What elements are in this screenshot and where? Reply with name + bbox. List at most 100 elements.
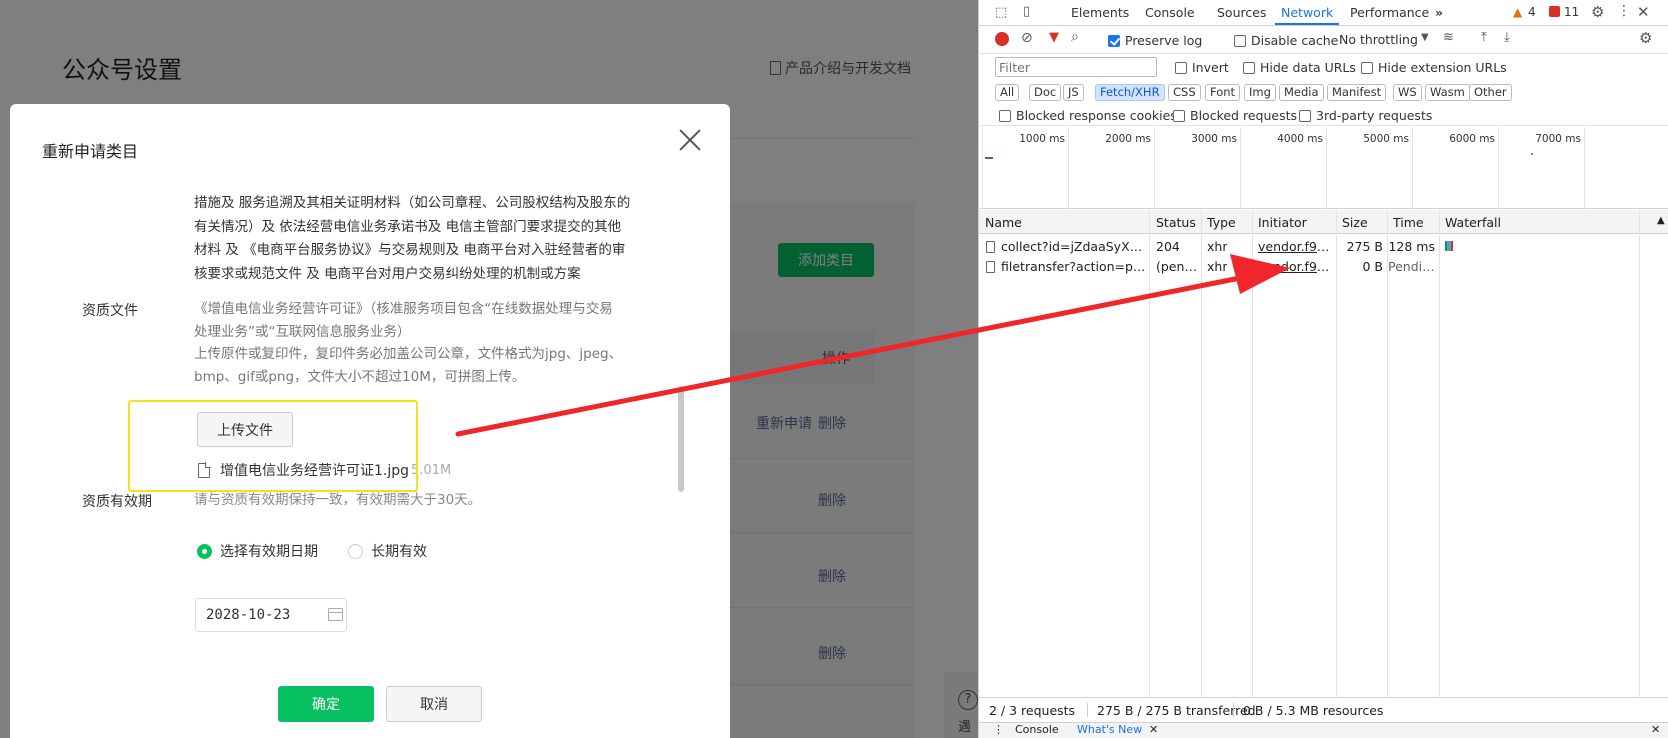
- type-filter-chip[interactable]: Img: [1244, 84, 1276, 101]
- requirements-line: 有关情况）及 依法经营电信业务承诺书及 电信主管部门要求提交的其他: [194, 218, 622, 235]
- qualification-file-label: 资质文件: [82, 303, 138, 319]
- warning-icon[interactable]: ▲: [1513, 5, 1522, 19]
- error-icon[interactable]: [1549, 6, 1560, 17]
- close-devtools-icon[interactable]: ✕: [1637, 3, 1650, 21]
- column-header-waterfall[interactable]: Waterfall: [1445, 215, 1501, 230]
- column-divider[interactable]: [1252, 210, 1253, 697]
- column-header-time[interactable]: Time: [1393, 215, 1424, 230]
- column-divider[interactable]: [1387, 210, 1388, 697]
- throttling-select[interactable]: No throttling: [1339, 32, 1418, 47]
- clear-icon[interactable]: ⊘: [1021, 30, 1033, 46]
- type-filter-chip[interactable]: Other: [1469, 84, 1512, 101]
- type-filter-chip[interactable]: JS: [1063, 84, 1084, 101]
- checkbox-box[interactable]: [999, 109, 1011, 122]
- radio-date[interactable]: [197, 543, 212, 559]
- request-name[interactable]: collect?id=jZdaaSyXaMW…: [1001, 239, 1146, 254]
- sort-ascending-icon[interactable]: ▲: [1657, 215, 1665, 226]
- filter-icon[interactable]: ▼: [1049, 30, 1059, 45]
- radio-permanent-label[interactable]: 长期有效: [371, 541, 427, 561]
- network-overview-timeline[interactable]: 1000 ms 2000 ms 3000 ms 4000 ms 5000 ms …: [979, 127, 1668, 209]
- scrollbar-thumb[interactable]: [678, 386, 684, 492]
- close-drawer-tab-icon[interactable]: ✕: [1149, 723, 1158, 736]
- column-divider[interactable]: [1639, 210, 1640, 697]
- checkbox-box[interactable]: [1299, 109, 1311, 122]
- type-filter-chip[interactable]: All: [995, 84, 1020, 101]
- more-options-icon[interactable]: ⋮: [1617, 3, 1631, 19]
- checkbox-box[interactable]: [1361, 61, 1373, 74]
- type-filter-chip[interactable]: WS: [1393, 84, 1422, 101]
- disable-cache-checkbox[interactable]: Disable cache: [1234, 33, 1338, 48]
- hide-data-urls-checkbox[interactable]: Hide data URLs: [1243, 60, 1356, 75]
- hint-line: 《增值电信业务经营许可证》（核准服务项目包含“在线数据处理与交易: [194, 301, 613, 317]
- network-settings-icon[interactable]: ⚙: [1639, 29, 1652, 47]
- column-header-initiator[interactable]: Initiator: [1258, 215, 1307, 230]
- tab-sources[interactable]: Sources: [1217, 5, 1266, 20]
- search-icon[interactable]: ⌕: [1071, 29, 1079, 45]
- type-filter-chip[interactable]: Media: [1279, 84, 1324, 101]
- drawer-menu-icon[interactable]: ⋮: [993, 723, 1004, 736]
- checkbox-box[interactable]: [1175, 61, 1187, 74]
- column-divider[interactable]: [1201, 210, 1202, 697]
- type-filter-chip[interactable]: Font: [1205, 84, 1241, 101]
- checkbox-box[interactable]: [1173, 109, 1185, 122]
- column-header-name[interactable]: Name: [985, 215, 1022, 230]
- request-name[interactable]: filetransfer?action=previe…: [1001, 259, 1146, 274]
- column-header-type[interactable]: Type: [1207, 215, 1236, 230]
- column-header-status[interactable]: Status: [1156, 215, 1196, 230]
- filter-input[interactable]: [995, 57, 1157, 77]
- tab-console[interactable]: Console: [1145, 5, 1195, 20]
- type-filter-chip[interactable]: Wasm: [1425, 84, 1470, 101]
- blocked-requests-checkbox[interactable]: Blocked requests: [1173, 108, 1297, 123]
- more-tabs-icon[interactable]: »: [1435, 5, 1443, 20]
- confirm-button[interactable]: 确定: [278, 686, 374, 722]
- type-filter-chip[interactable]: Manifest: [1327, 84, 1387, 101]
- import-har-icon[interactable]: ⤒: [1481, 30, 1487, 45]
- request-initiator[interactable]: vendor.f9e0…: [1258, 239, 1334, 254]
- close-drawer-icon[interactable]: ✕: [1651, 723, 1660, 736]
- column-divider[interactable]: [1439, 210, 1440, 697]
- chevron-down-icon[interactable]: ▼: [1421, 32, 1429, 43]
- blocked-cookies-label: Blocked response cookies: [1016, 108, 1177, 123]
- hint-line: 处理业务”或“互联网信息服务业务）: [194, 323, 411, 340]
- error-count[interactable]: 11: [1564, 5, 1579, 19]
- tab-network[interactable]: Network: [1281, 5, 1333, 20]
- export-har-icon[interactable]: ⤓: [1504, 30, 1510, 45]
- close-icon[interactable]: [678, 128, 702, 152]
- type-filter-chip[interactable]: Fetch/XHR: [1095, 84, 1165, 101]
- column-header-size[interactable]: Size: [1342, 215, 1368, 230]
- checkbox-box[interactable]: [1108, 34, 1120, 47]
- column-divider[interactable]: [1336, 210, 1337, 697]
- validity-date-input[interactable]: [195, 598, 347, 632]
- third-party-checkbox[interactable]: 3rd-party requests: [1299, 108, 1432, 123]
- drawer-tab-whats-new[interactable]: What's New: [1077, 723, 1142, 736]
- invert-checkbox[interactable]: Invert: [1175, 60, 1229, 75]
- blocked-cookies-checkbox[interactable]: Blocked response cookies: [999, 108, 1177, 123]
- preserve-log-checkbox[interactable]: Preserve log: [1108, 33, 1202, 48]
- timeline-tick-label: 1000 ms: [1019, 133, 1065, 145]
- checkbox-box[interactable]: [1234, 34, 1246, 47]
- table-row[interactable]: filetransfer?action=previe… (pend… xhr v…: [979, 256, 1668, 276]
- tab-performance[interactable]: Performance: [1350, 5, 1429, 20]
- radio-permanent[interactable]: [348, 543, 363, 559]
- drawer-tab-console[interactable]: Console: [1015, 723, 1059, 736]
- hide-extension-urls-checkbox[interactable]: Hide extension URLs: [1361, 60, 1507, 75]
- inspect-element-icon[interactable]: ⬚: [995, 5, 1007, 20]
- calendar-icon[interactable]: [328, 608, 343, 621]
- column-divider[interactable]: [1149, 210, 1150, 697]
- warning-count[interactable]: 4: [1528, 5, 1536, 19]
- table-row[interactable]: collect?id=jZdaaSyXaMW… 204 xhr vendor.f…: [979, 236, 1668, 256]
- network-conditions-icon[interactable]: ≋: [1443, 30, 1454, 45]
- type-filter-chip[interactable]: CSS: [1168, 84, 1201, 101]
- cancel-button[interactable]: 取消: [386, 686, 482, 722]
- blocked-filter-row: Blocked response cookies Blocked request…: [979, 104, 1668, 126]
- type-filter-chip[interactable]: Doc: [1029, 84, 1062, 101]
- record-icon[interactable]: [995, 32, 1009, 46]
- request-initiator[interactable]: vendor.f9e0…: [1258, 259, 1334, 274]
- tab-elements[interactable]: Elements: [1071, 5, 1129, 20]
- waterfall-bar: [1451, 241, 1453, 251]
- device-toolbar-icon[interactable]: ▯: [1023, 4, 1030, 19]
- settings-gear-icon[interactable]: ⚙: [1591, 3, 1604, 21]
- radio-date-label[interactable]: 选择有效期日期: [220, 541, 318, 561]
- checkbox-box[interactable]: [1243, 61, 1255, 74]
- drawer-tabbar: ⋮ Console What's New ✕ ✕: [979, 722, 1668, 738]
